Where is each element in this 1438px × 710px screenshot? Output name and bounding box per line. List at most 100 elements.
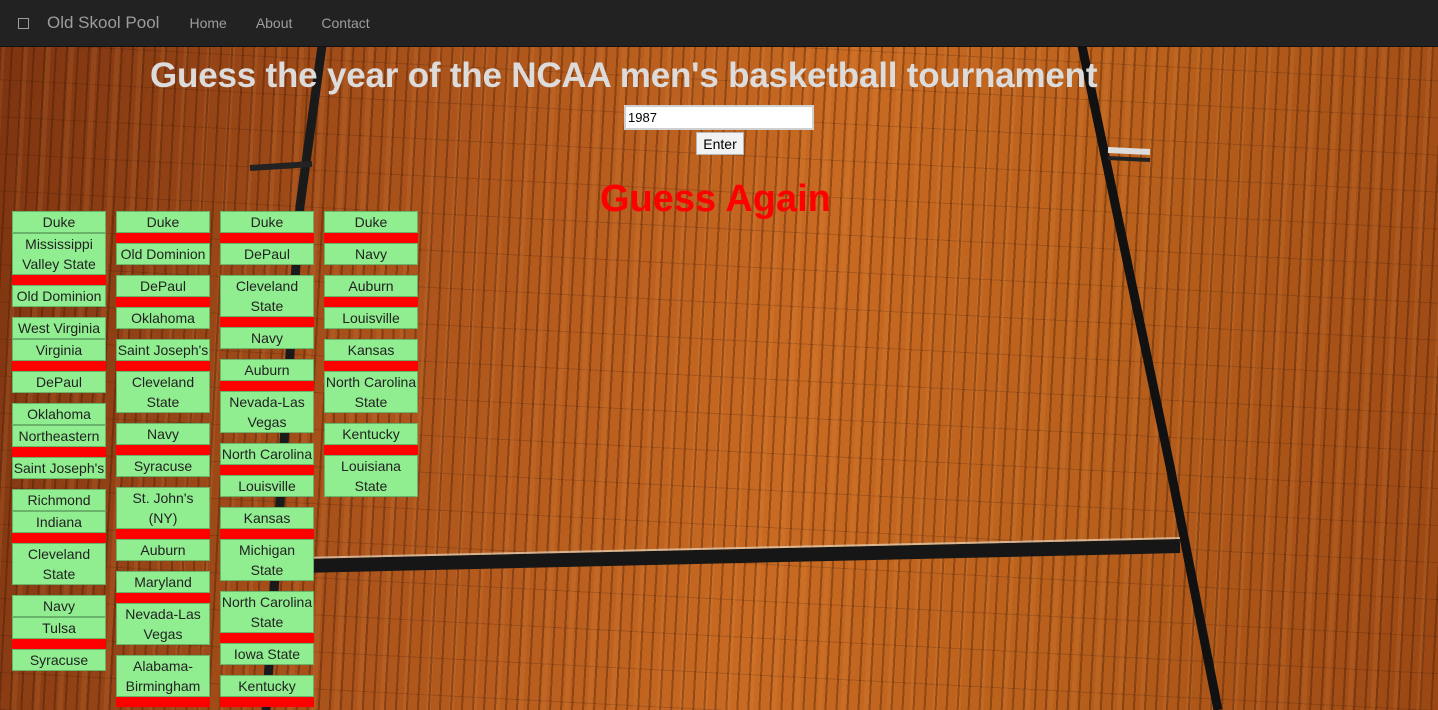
matchup-separator: [220, 317, 314, 327]
matchup-gap: [220, 433, 314, 443]
team-cell: Duke: [12, 211, 106, 233]
team-cell: Syracuse: [116, 455, 210, 477]
matchup-separator: [116, 593, 210, 603]
team-cell: DePaul: [116, 275, 210, 297]
matchup-separator: [220, 529, 314, 539]
team-cell: Maryland: [116, 571, 210, 593]
matchup-gap: [220, 581, 314, 591]
team-cell: DePaul: [220, 243, 314, 265]
team-cell: Louisville: [220, 475, 314, 497]
feedback-message: Guess Again: [600, 178, 831, 220]
matchup-gap: [220, 665, 314, 675]
nav-about-link[interactable]: About: [256, 15, 293, 31]
team-cell: Auburn: [324, 275, 418, 297]
matchup-separator: [324, 361, 418, 371]
matchup-separator: [116, 697, 210, 707]
matchup-gap: [220, 265, 314, 275]
team-cell: North Carolina State: [220, 591, 314, 633]
team-cell: Alabama-Birmingham: [116, 655, 210, 697]
team-cell: Navy: [324, 243, 418, 265]
team-cell: Virginia: [12, 339, 106, 361]
matchup-separator: [116, 529, 210, 539]
matchup-separator: [324, 233, 418, 243]
team-cell: St. John's (NY): [116, 487, 210, 529]
team-cell: North Carolina: [220, 443, 314, 465]
matchup-gap: [220, 349, 314, 359]
matchup-gap: [116, 645, 210, 655]
team-cell: Syracuse: [12, 649, 106, 671]
team-cell: West Virginia: [12, 317, 106, 339]
matchup-separator: [12, 447, 106, 457]
matchup-separator: [116, 445, 210, 455]
team-cell: Kentucky: [324, 423, 418, 445]
matchup-gap: [324, 265, 418, 275]
team-cell: Richmond: [12, 489, 106, 511]
team-cell: North Carolina State: [324, 371, 418, 413]
team-cell: Cleveland State: [116, 371, 210, 413]
bracket-round-4: Duke Navy Auburn Louisville Kansas North Caro…: [324, 211, 418, 707]
matchup-gap: [12, 671, 106, 681]
matchup-gap: [12, 307, 106, 317]
matchup-gap: [116, 561, 210, 571]
team-cell: Auburn: [116, 539, 210, 561]
team-cell: Navy: [220, 327, 314, 349]
team-cell: Duke: [220, 211, 314, 233]
team-cell: Indiana: [12, 511, 106, 533]
team-cell: Old Dominion: [116, 243, 210, 265]
team-cell: Oklahoma: [12, 403, 106, 425]
team-cell: Saint Joseph's: [116, 339, 210, 361]
matchup-separator: [116, 233, 210, 243]
team-cell: Navy: [12, 595, 106, 617]
team-cell: Kentucky: [220, 675, 314, 697]
team-cell: Tulsa: [12, 617, 106, 639]
brand-link[interactable]: Old Skool Pool: [47, 13, 159, 33]
team-cell: Cleveland State: [12, 543, 106, 585]
matchup-gap: [116, 477, 210, 487]
matchup-separator: [12, 275, 106, 285]
team-cell: Kansas: [324, 339, 418, 361]
team-cell: Auburn: [220, 359, 314, 381]
matchup-separator: [324, 297, 418, 307]
matchup-gap: [12, 585, 106, 595]
matchup-separator: [220, 465, 314, 475]
team-cell: Cleveland State: [220, 275, 314, 317]
enter-button[interactable]: Enter: [696, 132, 744, 155]
tournament-bracket: Duke Mississippi Valley State Old Dominion…: [12, 211, 418, 707]
matchup-gap: [324, 413, 418, 423]
brand-square-icon: [18, 17, 29, 29]
team-cell: Mississippi Valley State: [12, 233, 106, 275]
team-cell: Louisville: [324, 307, 418, 329]
matchup-gap: [324, 497, 418, 507]
team-cell: Duke: [324, 211, 418, 233]
team-cell: DePaul: [12, 371, 106, 393]
bracket-round-1: Duke Mississippi Valley State Old Dominion…: [12, 211, 106, 707]
matchup-separator: [12, 533, 106, 543]
team-cell: Northeastern: [12, 425, 106, 447]
matchup-gap: [12, 479, 106, 489]
matchup-separator: [220, 633, 314, 643]
bracket-round-3: Duke DePaul Cleveland State Navy Auburn Nevad…: [220, 211, 314, 707]
nav-contact-link[interactable]: Contact: [321, 15, 369, 31]
team-cell: Nevada-Las Vegas: [220, 391, 314, 433]
matchup-separator: [12, 639, 106, 649]
matchup-gap: [116, 265, 210, 275]
team-cell: Louisiana State: [324, 455, 418, 497]
bracket-round-2: Duke Old Dominion DePaul Oklahoma Saint Jose…: [116, 211, 210, 707]
team-cell: Michigan State: [220, 539, 314, 581]
page-title: Guess the year of the NCAA men's basketb…: [150, 56, 1098, 95]
matchup-separator: [324, 445, 418, 455]
matchup-separator: [116, 297, 210, 307]
team-cell: Iowa State: [220, 643, 314, 665]
team-cell: Saint Joseph's: [12, 457, 106, 479]
team-cell: Nevada-Las Vegas: [116, 603, 210, 645]
team-cell: Old Dominion: [12, 285, 106, 307]
year-input[interactable]: [624, 105, 814, 130]
matchup-separator: [12, 361, 106, 371]
team-cell: Oklahoma: [116, 307, 210, 329]
team-cell: Duke: [116, 211, 210, 233]
nav-home-link[interactable]: Home: [189, 15, 226, 31]
navbar: Old Skool Pool Home About Contact: [0, 0, 1438, 47]
matchup-gap: [324, 329, 418, 339]
matchup-gap: [116, 413, 210, 423]
matchup-separator: [220, 381, 314, 391]
